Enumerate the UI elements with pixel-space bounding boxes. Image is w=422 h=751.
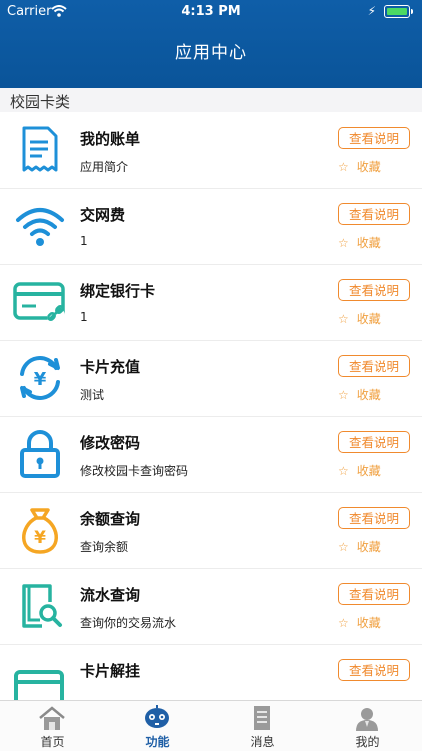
list-item[interactable]: 交网费 1 查看说明 ☆ 收藏 (0, 188, 422, 265)
favorite-label: 收藏 (356, 464, 381, 478)
star-icon: ☆ (338, 464, 349, 478)
battery-icon (384, 5, 413, 18)
favorite-button[interactable]: ☆ 收藏 (338, 234, 381, 251)
favorite-button[interactable]: ☆ 收藏 (338, 158, 381, 175)
user-icon (356, 708, 378, 731)
star-icon: ☆ (338, 236, 349, 250)
tab-label: 首页 (40, 735, 65, 749)
favorite-button[interactable]: ☆ 收藏 (338, 310, 381, 327)
bill-icon (12, 124, 68, 176)
app-list: 我的账单 应用简介 查看说明 ☆ 收藏 交网费 1 查看说明 ☆ 收藏 绑定银行… (0, 112, 422, 700)
favorite-label: 收藏 (356, 160, 381, 174)
favorite-button[interactable]: ☆ 收藏 (338, 462, 381, 479)
section-label: 校园卡类 (10, 93, 71, 111)
status-bar: Carrier 4:13 PM ⚡ (0, 0, 422, 24)
favorite-label: 收藏 (356, 540, 381, 554)
section-header: 校园卡类 (0, 88, 422, 112)
list-item[interactable]: ¥ 余额查询 查询余额 查看说明 ☆ 收藏 (0, 492, 422, 569)
star-icon: ☆ (338, 388, 349, 402)
list-item[interactable]: 卡片解挂 查看说明 (0, 644, 422, 700)
item-title: 余额查询 (80, 510, 141, 528)
charging-icon: ⚡ (367, 4, 376, 18)
page-title: 应用中心 (175, 43, 247, 63)
tab-features[interactable]: 功能 (105, 701, 210, 751)
search-document-icon (12, 580, 68, 632)
view-instructions-button[interactable]: 查看说明 (338, 507, 410, 529)
item-title: 绑定银行卡 (80, 282, 156, 300)
item-description: 修改校园卡查询密码 (80, 464, 189, 478)
view-instructions-button[interactable]: 查看说明 (338, 203, 410, 225)
list-item[interactable]: 我的账单 应用简介 查看说明 ☆ 收藏 (0, 112, 422, 189)
tab-profile[interactable]: 我的 (315, 701, 420, 751)
lock-icon (12, 428, 68, 480)
svg-text:¥: ¥ (34, 528, 46, 548)
favorite-label: 收藏 (356, 312, 381, 326)
view-instructions-button[interactable]: 查看说明 (338, 659, 410, 681)
view-instructions-button[interactable]: 查看说明 (338, 431, 410, 453)
item-description: 查询余额 (80, 540, 129, 554)
list-item[interactable]: 流水查询 查询你的交易流水 查看说明 ☆ 收藏 (0, 568, 422, 645)
star-icon: ☆ (338, 616, 349, 630)
star-icon: ☆ (338, 312, 349, 326)
item-description: 查询你的交易流水 (80, 616, 177, 630)
favorite-label: 收藏 (356, 388, 381, 402)
view-instructions-button[interactable]: 查看说明 (338, 279, 410, 301)
wifi-icon (12, 200, 68, 252)
tab-label: 功能 (145, 735, 170, 749)
item-title: 卡片解挂 (80, 662, 141, 680)
favorite-button[interactable]: ☆ 收藏 (338, 614, 381, 631)
favorite-label: 收藏 (356, 616, 381, 630)
tab-bar: 首页 功能 消息 我的 (0, 700, 422, 751)
document-icon (254, 706, 270, 730)
item-description: 1 (80, 234, 88, 248)
star-icon: ☆ (338, 540, 349, 554)
list-item[interactable]: 绑定银行卡 1 查看说明 ☆ 收藏 (0, 264, 422, 341)
favorite-button[interactable]: ☆ 收藏 (338, 386, 381, 403)
item-description: 测试 (80, 388, 105, 402)
item-title: 修改密码 (80, 434, 141, 452)
robot-icon (145, 705, 169, 728)
tab-label: 我的 (355, 735, 380, 749)
item-title: 卡片充值 (80, 358, 141, 376)
item-description: 1 (80, 310, 88, 324)
list-item[interactable]: ¥ 卡片充值 测试 查看说明 ☆ 收藏 (0, 340, 422, 417)
item-title: 流水查询 (80, 586, 141, 604)
recharge-icon: ¥ (12, 352, 68, 404)
money-bag-icon: ¥ (12, 504, 68, 556)
view-instructions-button[interactable]: 查看说明 (338, 583, 410, 605)
top-bar: Carrier 4:13 PM ⚡ 应用中心 (0, 0, 422, 88)
home-icon (39, 706, 65, 730)
tab-messages[interactable]: 消息 (210, 701, 315, 751)
item-title: 我的账单 (80, 130, 141, 148)
bank-card-icon (12, 276, 68, 328)
star-icon: ☆ (338, 160, 349, 174)
clock: 4:13 PM (181, 4, 241, 19)
list-item[interactable]: 修改密码 修改校园卡查询密码 查看说明 ☆ 收藏 (0, 416, 422, 493)
card-icon (12, 656, 68, 700)
view-instructions-button[interactable]: 查看说明 (338, 355, 410, 377)
favorite-label: 收藏 (356, 236, 381, 250)
favorite-button[interactable]: ☆ 收藏 (338, 538, 381, 555)
tab-home[interactable]: 首页 (0, 701, 105, 751)
view-instructions-button[interactable]: 查看说明 (338, 127, 410, 149)
item-description: 应用简介 (80, 160, 129, 174)
tab-label: 消息 (250, 735, 275, 749)
item-title: 交网费 (80, 206, 126, 224)
svg-text:¥: ¥ (34, 369, 47, 390)
